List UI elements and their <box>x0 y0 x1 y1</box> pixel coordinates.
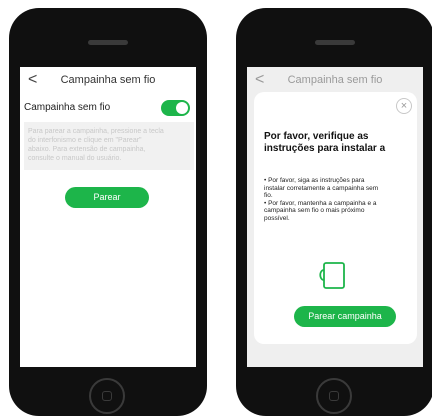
screen-right: < Campainha sem fio × Por favor, verifiq… <box>247 67 423 367</box>
instruction-line: instalar corretamente a campainha sem <box>264 184 379 192</box>
pair-button[interactable]: Parear <box>65 187 149 208</box>
instruction-line: • Por favor, siga as instruções para <box>264 177 365 184</box>
dialog-title-line: Por favor, verifique as <box>264 131 369 142</box>
wireless-bell-setting-row: Campainha sem fio <box>20 97 196 119</box>
page-title: Campainha sem fio <box>287 74 383 86</box>
help-line: consulte o manual do usuário. <box>28 155 122 162</box>
nav-bar: < Campainha sem fio <box>20 67 196 93</box>
instructions-dialog: × Por favor, verifique as instruções par… <box>254 92 417 344</box>
toggle-knob <box>176 102 188 114</box>
help-line: Para parear a campainha, pressione a tec… <box>28 128 164 135</box>
speaker-grille <box>88 40 128 45</box>
page-title: Campainha sem fio <box>60 74 156 86</box>
pair-bell-button[interactable]: Parear campainha <box>294 306 396 327</box>
close-icon[interactable]: × <box>396 98 412 114</box>
instruction-line: • Por favor, mantenha a campainha e a <box>264 199 377 207</box>
dialog-title: Por favor, verifique as instruções para … <box>264 131 414 155</box>
nav-bar: < Campainha sem fio <box>247 67 423 93</box>
help-box: Para parear a campainha, pressione a tec… <box>24 122 194 170</box>
home-button[interactable] <box>316 378 352 414</box>
phone-left: < Campainha sem fio Campainha sem fio Pa… <box>9 8 207 416</box>
instruction-line: possível. <box>264 214 290 222</box>
home-square-icon <box>102 391 112 401</box>
help-line: abaixo. Para extensão de campainha, <box>28 146 146 153</box>
home-button[interactable] <box>89 378 125 414</box>
instruction-line: campainha sem fio o mais próximo <box>264 207 365 214</box>
help-text: Para parear a campainha, pressione a tec… <box>28 127 188 163</box>
wireless-bell-label: Campainha sem fio <box>24 102 111 113</box>
instruction-line: fio. <box>264 192 273 199</box>
home-square-icon <box>329 391 339 401</box>
dialog-title-line: instruções para instalar a <box>264 143 386 154</box>
help-line: do interfonismo e clique em "Parear" <box>28 137 142 144</box>
doorbell-chime-icon <box>319 262 345 289</box>
speaker-grille <box>315 40 355 45</box>
wireless-bell-toggle[interactable] <box>161 100 190 116</box>
screen-left: < Campainha sem fio Campainha sem fio Pa… <box>20 67 196 367</box>
phone-right: < Campainha sem fio × Por favor, verifiq… <box>236 8 432 416</box>
